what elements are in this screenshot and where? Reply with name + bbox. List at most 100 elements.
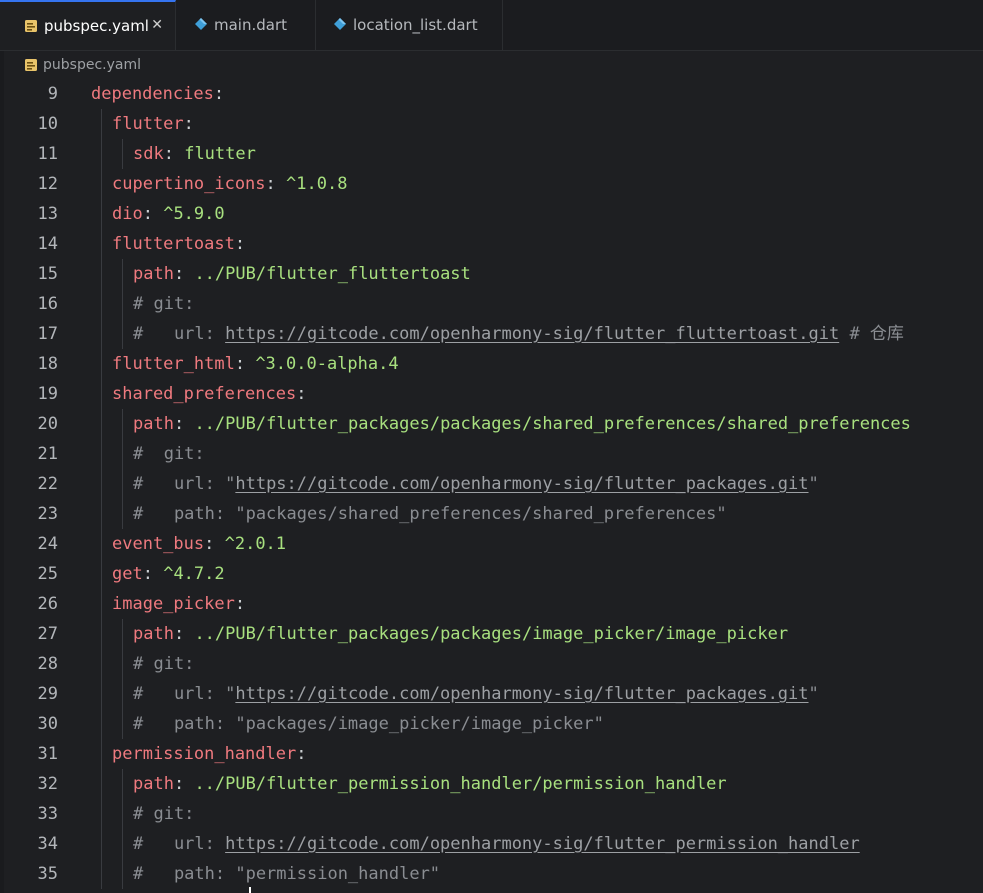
- tab-label: pubspec.yaml: [44, 17, 149, 35]
- code-line[interactable]: 32 path: ../PUB/flutter_permission_handle…: [0, 769, 983, 799]
- indent-guide: [101, 709, 102, 739]
- comment: # url: ": [133, 474, 236, 494]
- line-number: 15: [37, 264, 58, 284]
- code-line[interactable]: 9 dependencies:: [0, 79, 983, 109]
- line-number: 24: [37, 534, 58, 554]
- yaml-value: ../PUB/flutter_packages/packages/image_p…: [194, 624, 789, 644]
- line-number: 23: [37, 504, 58, 524]
- line-number: 18: [37, 354, 58, 374]
- url-link[interactable]: https://gitcode.com/openharmony-sig/flut…: [225, 834, 860, 854]
- line-number: 35: [37, 864, 58, 884]
- yaml-separator: :: [234, 234, 246, 254]
- yaml-key: dio: [112, 204, 143, 224]
- line-number: 26: [37, 594, 58, 614]
- code-line[interactable]: 35 # path: "permission_handler": [0, 859, 983, 889]
- code-line[interactable]: 28 # git:: [0, 649, 983, 679]
- code-line[interactable]: 29 # url: "https://gitcode.com/openharmon…: [0, 679, 983, 709]
- code-text: # git:: [133, 649, 194, 679]
- indent-guide: [122, 709, 123, 739]
- code-text: event_bus: ^2.0.1: [112, 529, 286, 559]
- indent-guide: [122, 469, 123, 499]
- indent-guide: [122, 679, 123, 709]
- indent-guide: [101, 319, 102, 349]
- line-number: 16: [37, 294, 58, 314]
- yaml-value: ^1.0.8: [286, 174, 348, 194]
- indent-guide: [122, 319, 123, 349]
- indent-guide: [101, 529, 102, 559]
- line-number: 22: [37, 474, 58, 494]
- code-line[interactable]: 22 # url: "https://gitcode.com/openharmon…: [0, 469, 983, 499]
- code-line[interactable]: 34 # url: https://gitcode.com/openharmony…: [0, 829, 983, 859]
- line-number: 31: [37, 744, 58, 764]
- yaml-separator: :: [163, 144, 185, 164]
- code-line[interactable]: 16 # git:: [0, 289, 983, 319]
- code-text: # url: https://gitcode.com/openharmony-s…: [133, 829, 860, 859]
- code-text: shared_preferences:: [112, 379, 306, 409]
- tab-pubspec-yaml[interactable]: pubspec.yaml ✕: [0, 0, 176, 50]
- line-number: 27: [37, 624, 58, 644]
- code-line[interactable]: 33 # git:: [0, 799, 983, 829]
- code-line[interactable]: 12 cupertino_icons: ^1.0.8: [0, 169, 983, 199]
- yaml-separator: :: [234, 594, 246, 614]
- yaml-separator: :: [234, 354, 256, 374]
- tab-main-dart[interactable]: main.dart: [176, 0, 316, 50]
- code-text: path: ../PUB/flutter_packages/packages/i…: [133, 619, 788, 649]
- code-text: # git:: [133, 289, 194, 319]
- yaml-key: flutter: [112, 114, 184, 134]
- indent-guide: [122, 769, 123, 799]
- code-text: # git:: [133, 799, 194, 829]
- yaml-separator: :: [204, 534, 225, 554]
- indent-guide: [122, 289, 123, 319]
- code-line[interactable]: 27 path: ../PUB/flutter_packages/packages…: [0, 619, 983, 649]
- indent-guide: [101, 649, 102, 679]
- indent-guide: [101, 289, 102, 319]
- code-line[interactable]: 23 # path: "packages/shared_preferences/s…: [0, 499, 983, 529]
- indent-guide: [101, 499, 102, 529]
- breadcrumb[interactable]: pubspec.yaml: [0, 51, 983, 79]
- yaml-separator: :: [213, 84, 225, 104]
- code-line[interactable]: 14 fluttertoast:: [0, 229, 983, 259]
- yaml-key: path: [133, 414, 174, 434]
- yaml-separator: :: [173, 774, 195, 794]
- code-text: # path: "packages/shared_preferences/sha…: [133, 499, 727, 529]
- indent-guide: [101, 379, 102, 409]
- line-number: 25: [37, 564, 58, 584]
- close-icon[interactable]: ✕: [151, 17, 163, 33]
- code-text: dependencies:: [91, 79, 224, 109]
- code-line[interactable]: 25 get: ^4.7.2: [0, 559, 983, 589]
- url-link[interactable]: https://gitcode.com/openharmony-sig/flut…: [235, 684, 808, 704]
- yaml-value: ../PUB/flutter_packages/packages/shared_…: [194, 414, 911, 434]
- code-line[interactable]: 15 path: ../PUB/flutter_fluttertoast: [0, 259, 983, 289]
- code-line[interactable]: 19 shared_preferences:: [0, 379, 983, 409]
- indent-guide: [122, 619, 123, 649]
- indent-guide: [101, 439, 102, 469]
- yaml-separator: :: [142, 564, 164, 584]
- code-text: flutter_html: ^3.0.0-alpha.4: [112, 349, 399, 379]
- tab-label: location_list.dart: [353, 16, 478, 34]
- yaml-key: event_bus: [112, 534, 205, 554]
- yaml-key: fluttertoast: [112, 234, 235, 254]
- code-line[interactable]: 17 # url: https://gitcode.com/openharmony…: [0, 319, 983, 349]
- code-line[interactable]: 24 event_bus: ^2.0.1: [0, 529, 983, 559]
- line-number: 17: [37, 324, 58, 344]
- code-line[interactable]: 10 flutter:: [0, 109, 983, 139]
- code-line[interactable]: 26 image_picker:: [0, 589, 983, 619]
- code-text: # url: https://gitcode.com/openharmony-s…: [133, 319, 904, 349]
- comment: # path: "packages/image_picker/image_pic…: [133, 714, 604, 734]
- indent-guide: [101, 739, 102, 769]
- code-line[interactable]: 20 path: ../PUB/flutter_packages/packages…: [0, 409, 983, 439]
- code-editor[interactable]: 9 dependencies: 10 flutter: 11 sdk: flutter 12…: [0, 79, 983, 893]
- code-line[interactable]: 18 flutter_html: ^3.0.0-alpha.4: [0, 349, 983, 379]
- code-line[interactable]: 21 # git:: [0, 439, 983, 469]
- tab-location-list-dart[interactable]: location_list.dart: [316, 0, 503, 50]
- code-line[interactable]: 11 sdk: flutter: [0, 139, 983, 169]
- url-link[interactable]: https://gitcode.com/openharmony-sig/flut…: [235, 474, 808, 494]
- code-text: get: ^4.7.2: [112, 559, 225, 589]
- url-link[interactable]: https://gitcode.com/openharmony-sig/flut…: [225, 324, 839, 344]
- comment: # url:: [133, 834, 226, 854]
- code-line[interactable]: 13 dio: ^5.9.0: [0, 199, 983, 229]
- yaml-separator: :: [265, 174, 287, 194]
- code-line[interactable]: 30 # path: "packages/image_picker/image_p…: [0, 709, 983, 739]
- code-line[interactable]: 31 permission_handler:: [0, 739, 983, 769]
- line-number: 20: [37, 414, 58, 434]
